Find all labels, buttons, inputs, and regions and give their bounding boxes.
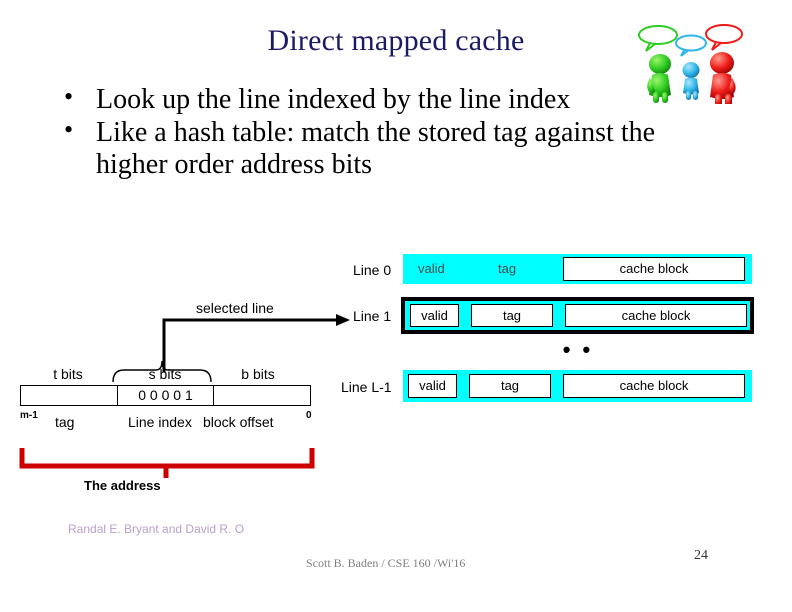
bullet-item-1: • Like a hash table: match the stored ta… [56, 115, 656, 180]
slide-canvas: Direct mapped cache • Look up the line i… [0, 0, 792, 612]
bullet-item-0: • Look up the line indexed by the line i… [56, 82, 656, 115]
address-label-b-bits: b bits [241, 366, 275, 382]
address-field-line-index: 0 0 0 0 1 [117, 385, 214, 406]
cache-row-linelast: valid tag cache block [403, 370, 752, 402]
address-under-label-tag: tag [55, 414, 75, 430]
bullet-text-1: Like a hash table: match the stored tag … [96, 117, 656, 180]
cache-row-label-line1: Line 1 [353, 308, 392, 324]
bullet-marker-icon: • [64, 82, 74, 111]
page-number: 24 [694, 548, 708, 563]
address-under-label-block-offset: block offset [203, 414, 274, 430]
cache-row-label-linelast: Line L-1 [341, 379, 392, 395]
credit-text: Randal E. Bryant and David R. O [68, 522, 245, 536]
cache-row-line1: valid tag cache block [401, 297, 754, 334]
s-bits-brace [112, 360, 212, 383]
tag-field-line1: tag [471, 304, 553, 327]
address-bracket [19, 448, 315, 478]
address-under-label-line-index: Line index [128, 414, 192, 430]
bullet-marker-icon: • [64, 115, 74, 145]
valid-field-line1: valid [410, 304, 459, 327]
bullet-list: • Look up the line indexed by the line i… [56, 82, 656, 182]
tag-field-linelast: tag [469, 374, 551, 398]
bullet-text-0: Look up the line indexed by the line ind… [96, 84, 571, 115]
cache-row-line0: valid tag cache block [403, 254, 752, 284]
tag-field-line0: tag [498, 261, 517, 276]
cache-block-field-linelast: cache block [563, 374, 745, 398]
address-msb-label: m-1 [20, 410, 38, 421]
address-field-block-offset [213, 385, 311, 406]
address-label-t-bits: t bits [53, 366, 83, 382]
footer-course-text: Scott B. Baden / CSE 160 /Wi'16 [306, 556, 466, 570]
address-field-tag [20, 385, 118, 406]
address-lsb-label: 0 [306, 410, 312, 421]
cache-block-field-line1: cache block [565, 304, 747, 327]
valid-field-line0: valid [418, 261, 445, 276]
cache-block-field-line0: cache block [563, 257, 745, 281]
valid-field-linelast: valid [408, 374, 457, 398]
address-bracket-label: The address [84, 478, 161, 493]
cache-row-label-line0: Line 0 [353, 262, 392, 278]
